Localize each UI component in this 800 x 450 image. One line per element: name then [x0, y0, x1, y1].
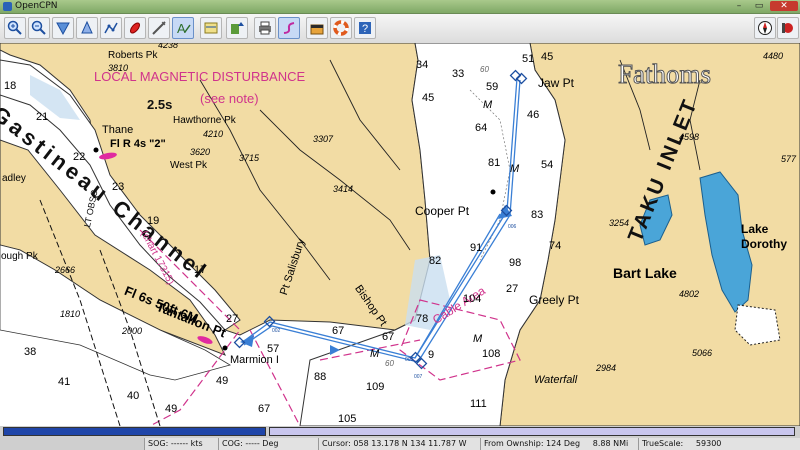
settings-button[interactable]: [306, 17, 328, 39]
quilt-button[interactable]: [52, 17, 74, 39]
svg-text:A: A: [177, 21, 186, 36]
app-icon: [3, 2, 12, 11]
waypoint-label: 003: [405, 357, 414, 363]
minimize-button[interactable]: –: [730, 1, 748, 11]
toolbar: A ?: [0, 14, 800, 44]
man-overboard-button[interactable]: [124, 17, 146, 39]
waypoint-label: 002: [272, 328, 281, 334]
window-title: OpenCPN: [15, 1, 58, 11]
quilt-icon: [56, 22, 70, 36]
title-bar: OpenCPN – ▭ ✕: [0, 0, 800, 14]
chart-bar-active[interactable]: [3, 427, 266, 436]
auto-follow-button[interactable]: A: [172, 17, 194, 39]
measure-button[interactable]: [148, 17, 170, 39]
chart-canvas[interactable]: 002 003 006 007 Fathoms LOCAL MAGNETIC D…: [0, 43, 800, 426]
gps-status-button[interactable]: [777, 17, 799, 39]
zoom-in-button[interactable]: [4, 17, 26, 39]
zoom-out-button[interactable]: [28, 17, 50, 39]
close-button[interactable]: ✕: [770, 1, 798, 11]
compass-button[interactable]: [754, 17, 776, 39]
measure-icon: [152, 21, 166, 35]
maximize-button[interactable]: ▭: [750, 1, 768, 11]
route-button[interactable]: [100, 17, 122, 39]
compass-icon: [758, 21, 772, 35]
help-button[interactable]: ?: [354, 17, 376, 39]
cog-readout: COG: ----- Deg: [218, 438, 318, 450]
truescale-readout: TrueScale: 59300: [638, 438, 800, 450]
route-icon: [104, 22, 118, 34]
zoom-in-icon: [7, 20, 22, 35]
ship-icon: [81, 20, 93, 34]
follow-icon: A: [177, 21, 191, 36]
help-icon: ?: [359, 22, 371, 35]
lifebuoy-icon: [333, 20, 349, 36]
track-icon: [283, 22, 295, 34]
nautical-chart[interactable]: 002 003 006 007: [0, 43, 800, 426]
sog-readout: SOG: ------ kts: [144, 438, 218, 450]
zoom-out-icon: [31, 20, 46, 35]
draw-track-button[interactable]: [278, 17, 300, 39]
print-icon: [259, 21, 271, 35]
from-ownship-readout: From Ownship: 124 Deg 8.88 NMi: [480, 438, 638, 450]
mob-icon: [130, 22, 140, 34]
ais-button[interactable]: [200, 17, 222, 39]
ais-icon: [204, 22, 218, 34]
waypoint-label: 007: [414, 374, 423, 380]
tide-icon: [231, 22, 244, 34]
svg-text:?: ?: [362, 23, 368, 35]
lifebuoy-button[interactable]: [330, 17, 352, 39]
show-current-button[interactable]: [76, 17, 98, 39]
toolbox-icon: [310, 24, 324, 35]
chart-bar[interactable]: [269, 427, 795, 436]
gps-status-icon: [782, 23, 793, 33]
waypoint-label: 006: [508, 224, 517, 230]
tides-button[interactable]: [226, 17, 248, 39]
cursor-readout: Cursor: 058 13.178 N 134 11.787 W: [318, 438, 480, 450]
print-button[interactable]: [254, 17, 276, 39]
